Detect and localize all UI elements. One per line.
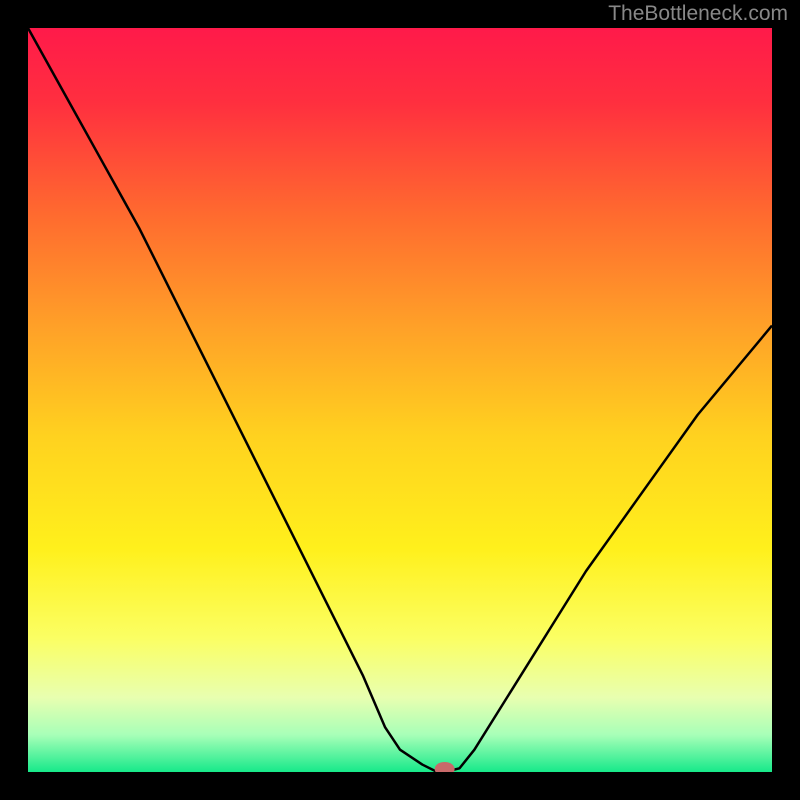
watermark-text: TheBottleneck.com xyxy=(608,2,788,26)
gradient-background xyxy=(28,28,772,772)
chart-svg xyxy=(28,28,772,772)
chart-container: TheBottleneck.com xyxy=(0,0,800,800)
plot-area xyxy=(28,28,772,772)
